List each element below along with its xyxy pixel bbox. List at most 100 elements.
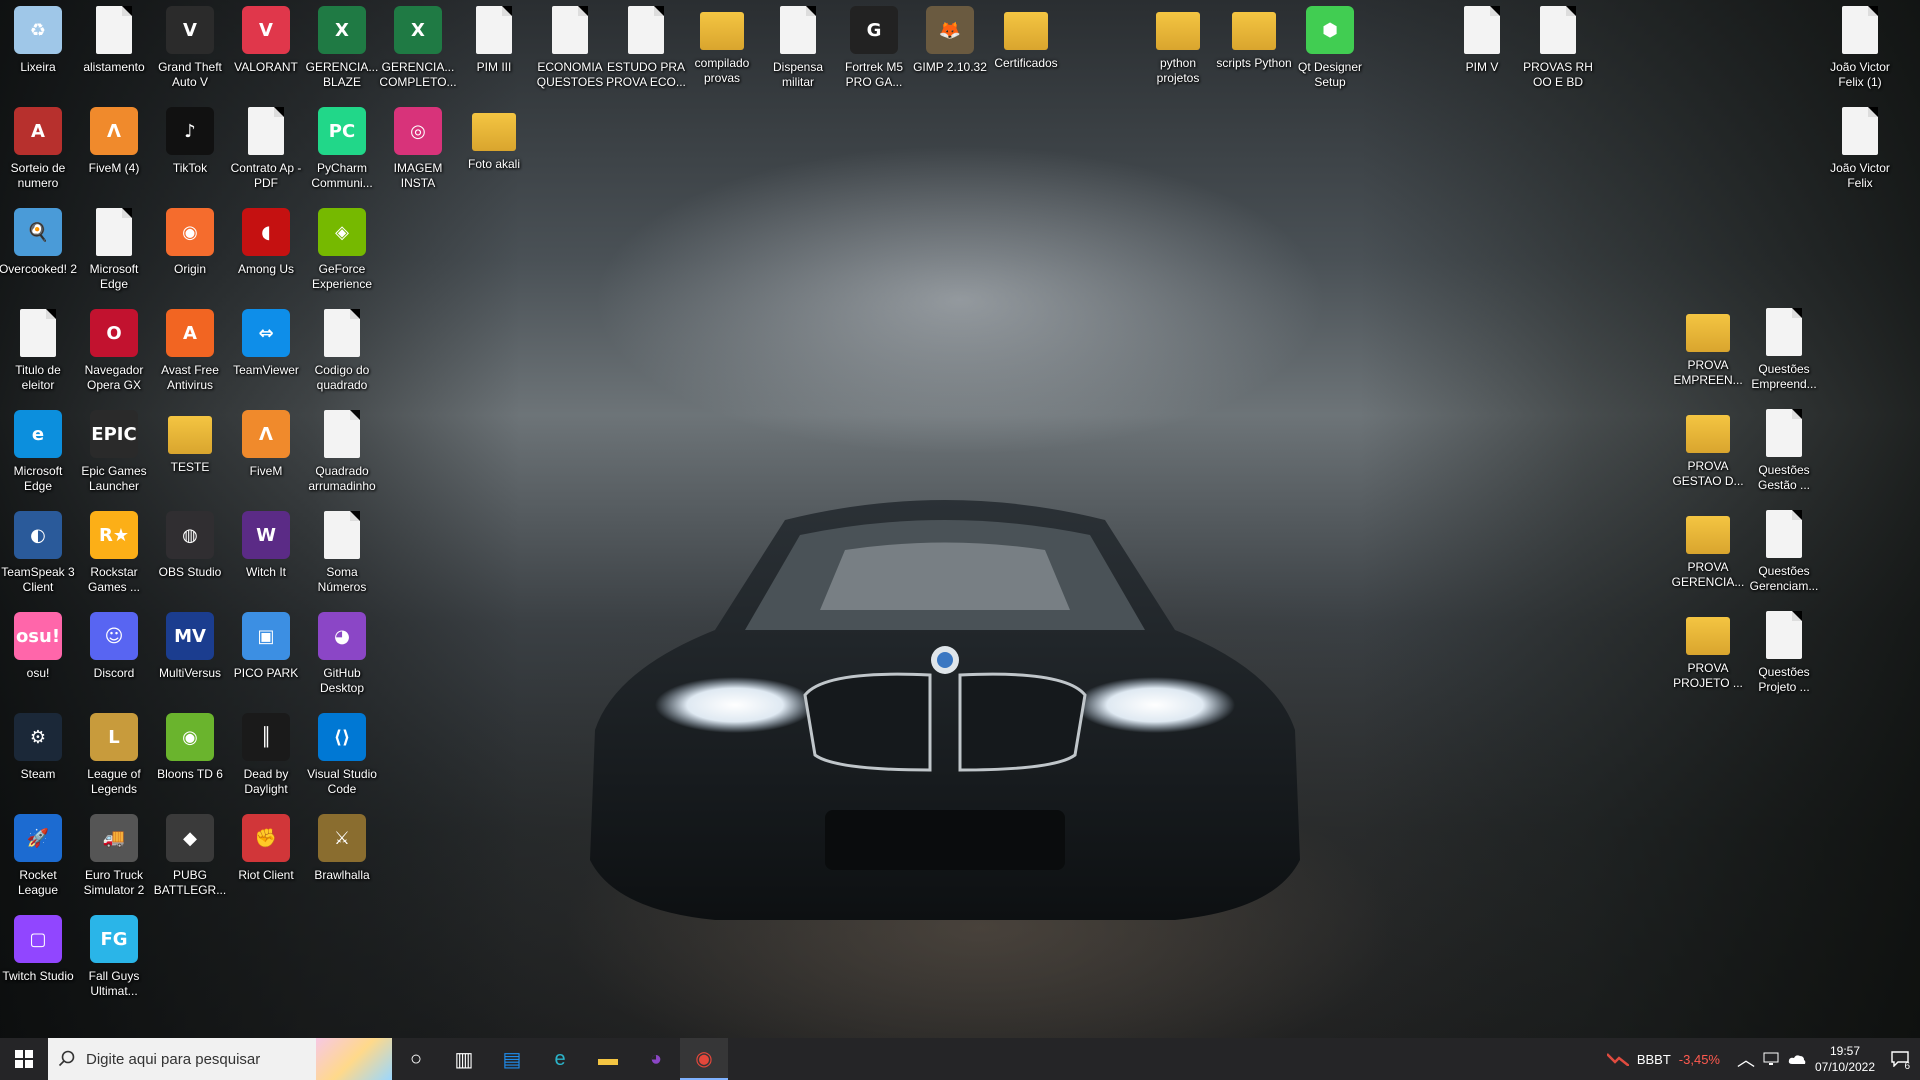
desktop-icon[interactable]: alistamento (76, 2, 152, 102)
onedrive-icon[interactable] (1784, 1038, 1810, 1080)
desktop-icon[interactable]: Λ FiveM (228, 406, 304, 506)
desktop-icon[interactable]: ♻ Lixeira (0, 2, 76, 102)
desktop-icon[interactable]: MV MultiVersus (152, 608, 228, 708)
desktop-icon[interactable]: TESTE (152, 406, 228, 506)
desktop-icon[interactable]: Foto akali (456, 103, 532, 203)
desktop-icon[interactable]: 🦊 GIMP 2.10.32 (912, 2, 988, 102)
desktop-icon[interactable]: EPIC Epic Games Launcher (76, 406, 152, 506)
desktop-icon[interactable]: João Victor Felix (1822, 103, 1898, 203)
desktop-icon[interactable]: Certificados (988, 2, 1064, 102)
desktop-icon[interactable]: ✊ Riot Client (228, 810, 304, 910)
show-hidden-icons-button[interactable]: ︿ (1734, 1038, 1758, 1080)
github-taskbar-button[interactable]: ◕ (632, 1038, 680, 1080)
cortana-taskbar-button[interactable]: ○ (392, 1038, 440, 1080)
desktop-icon[interactable]: O Navegador Opera GX (76, 305, 152, 405)
desktop-icon[interactable]: compilado provas (684, 2, 760, 102)
desktop-icon[interactable]: Questões Empreend... (1746, 304, 1822, 404)
desktop-icon[interactable]: Soma Números (304, 507, 380, 607)
desktop-icon[interactable]: ▣ PICO PARK (228, 608, 304, 708)
desktop-icon[interactable]: João Victor Felix (1) (1822, 2, 1898, 102)
desktop-icon[interactable]: ⬢ Qt Designer Setup (1292, 2, 1368, 102)
desktop-icon-label: PROVA PROJETO ... (1673, 661, 1743, 690)
desktop-icon[interactable]: ◉ Bloons TD 6 (152, 709, 228, 809)
desktop-icon[interactable]: Titulo de eleitor (0, 305, 76, 405)
chrome-taskbar-button[interactable]: ◉ (680, 1038, 728, 1080)
task-view-taskbar-button[interactable]: ▥ (440, 1038, 488, 1080)
search-highlight-image (316, 1038, 392, 1080)
desktop-icon[interactable]: ◐ TeamSpeak 3 Client (0, 507, 76, 607)
desktop-icon[interactable]: osu! osu! (0, 608, 76, 708)
desktop-icon[interactable]: ⇔ TeamViewer (228, 305, 304, 405)
network-icon[interactable] (1758, 1038, 1784, 1080)
desktop-icon[interactable]: ◕ GitHub Desktop (304, 608, 380, 708)
desktop-icon[interactable]: ESTUDO PRA PROVA ECO... (606, 2, 686, 102)
desktop-icon[interactable]: Questões Projeto ... (1746, 607, 1822, 707)
desktop-icon-label: FiveM (4) (88, 161, 140, 175)
taskbar-clock[interactable]: 19:57 07/10/2022 (1810, 1043, 1880, 1075)
desktop-icon[interactable]: A Sorteio de numero (0, 103, 76, 203)
desktop-icon[interactable]: PROVA GERENCIA... (1670, 506, 1746, 606)
start-button[interactable] (0, 1038, 48, 1080)
stock-widget[interactable]: BBBT -3,45% (1606, 1052, 1720, 1067)
desktop-icon[interactable]: Contrato Ap - PDF (228, 103, 304, 203)
desktop-icon[interactable]: ⚙ Steam (0, 709, 76, 809)
desktop-icon[interactable]: 🚚 Euro Truck Simulator 2 (76, 810, 152, 910)
edge-taskbar-button[interactable]: e (536, 1038, 584, 1080)
desktop-icon[interactable]: ◆ PUBG BATTLEGR... (152, 810, 228, 910)
desktop-icon[interactable]: ◍ OBS Studio (152, 507, 228, 607)
desktop-icon[interactable]: ◉ Origin (152, 204, 228, 304)
windows-logo-icon (15, 1050, 33, 1068)
desktop-icon[interactable]: Questões Gerenciam... (1746, 506, 1822, 606)
desktop-icon[interactable]: ◎ IMAGEM INSTA (380, 103, 456, 203)
desktop-icon[interactable]: ⚔ Brawlhalla (304, 810, 380, 910)
desktop-icon[interactable]: e Microsoft Edge (0, 406, 76, 506)
desktop-icon[interactable]: PROVA EMPREEN... (1670, 304, 1746, 404)
desktop-icon[interactable]: Questões Gestão ... (1746, 405, 1822, 505)
desktop-icon[interactable]: python projetos (1140, 2, 1216, 102)
desktop-icon-label: PROVA GESTAO D... (1672, 459, 1744, 488)
desktop-icon[interactable]: V Grand Theft Auto V (152, 2, 228, 102)
desktop-icon[interactable]: ♪ TikTok (152, 103, 228, 203)
desktop-icon[interactable]: PIM III (456, 2, 532, 102)
system-tray: BBBT -3,45% ︿ 19:57 07/10/2022 6 (1606, 1038, 1920, 1080)
desktop-icon[interactable]: ▢ Twitch Studio (0, 911, 76, 1011)
desktop-icon[interactable]: L League of Legends (76, 709, 152, 809)
desktop-icon[interactable]: scripts Python (1216, 2, 1292, 102)
desktop-icon-label: alistamento (83, 60, 145, 74)
word-doc-icon (1842, 6, 1878, 54)
desktop-icon[interactable]: Λ FiveM (4) (76, 103, 152, 203)
riot-icon: ✊ (242, 814, 290, 862)
desktop-icon[interactable]: X GERENCIA... COMPLETO... (379, 2, 457, 102)
desktop-icon[interactable]: FG Fall Guys Ultimat... (76, 911, 152, 1011)
desktop-icon-label: scripts Python (1216, 56, 1292, 70)
desktop-icon[interactable]: R★ Rockstar Games ... (76, 507, 152, 607)
desktop-icon[interactable]: V VALORANT (228, 2, 304, 102)
desktop-icon[interactable]: ║ Dead by Daylight (228, 709, 304, 809)
desktop-icon[interactable]: PC PyCharm Communi... (304, 103, 380, 203)
desktop-icon[interactable]: X GERENCIA... BLAZE (304, 2, 380, 102)
desktop-icon[interactable]: 🍳 Overcooked! 2 (0, 204, 77, 304)
desktop-icon[interactable]: ⟨⟩ Visual Studio Code (304, 709, 380, 809)
desktop-icon[interactable]: ◈ GeForce Experience (304, 204, 380, 304)
desktop-icon[interactable]: ☺ Discord (76, 608, 152, 708)
desktop-icon[interactable]: 🚀 Rocket League (0, 810, 76, 910)
desktop-icon[interactable]: Dispensa militar (760, 2, 836, 102)
desktop[interactable]: ♻ Lixeira alistamento V Grand Theft Auto VVV… (0, 0, 1920, 1038)
desktop-icon[interactable]: Codigo do quadrado (304, 305, 380, 405)
desktop-icon[interactable]: PROVA PROJETO ... (1670, 607, 1746, 707)
desktop-icon[interactable]: PROVAS RH OO E BD (1520, 2, 1596, 102)
desktop-icon[interactable]: G Fortrek M5 PRO GA... (836, 2, 912, 102)
desktop-icon[interactable]: A Avast Free Antivirus (152, 305, 228, 405)
desktop-icon[interactable]: Microsoft Edge (76, 204, 152, 304)
desktop-icon-label: Qt Designer Setup (1297, 60, 1363, 89)
desktop-icon[interactable]: W Witch It (228, 507, 304, 607)
desktop-icon[interactable]: PROVA GESTAO D... (1670, 405, 1746, 505)
file-explorer-taskbar-button[interactable]: ▬ (584, 1038, 632, 1080)
microsoft-store-taskbar-button[interactable]: ▤ (488, 1038, 536, 1080)
desktop-icon[interactable]: ECONOMIA QUESTOES (532, 2, 608, 102)
taskbar-search[interactable]: Digite aqui para pesquisar (48, 1038, 392, 1080)
desktop-icon[interactable]: ◖ Among Us (228, 204, 304, 304)
desktop-icon[interactable]: PIM V (1444, 2, 1520, 102)
desktop-icon[interactable]: Quadrado arrumadinho (304, 406, 380, 506)
notification-center-button[interactable]: 6 (1880, 1038, 1920, 1080)
